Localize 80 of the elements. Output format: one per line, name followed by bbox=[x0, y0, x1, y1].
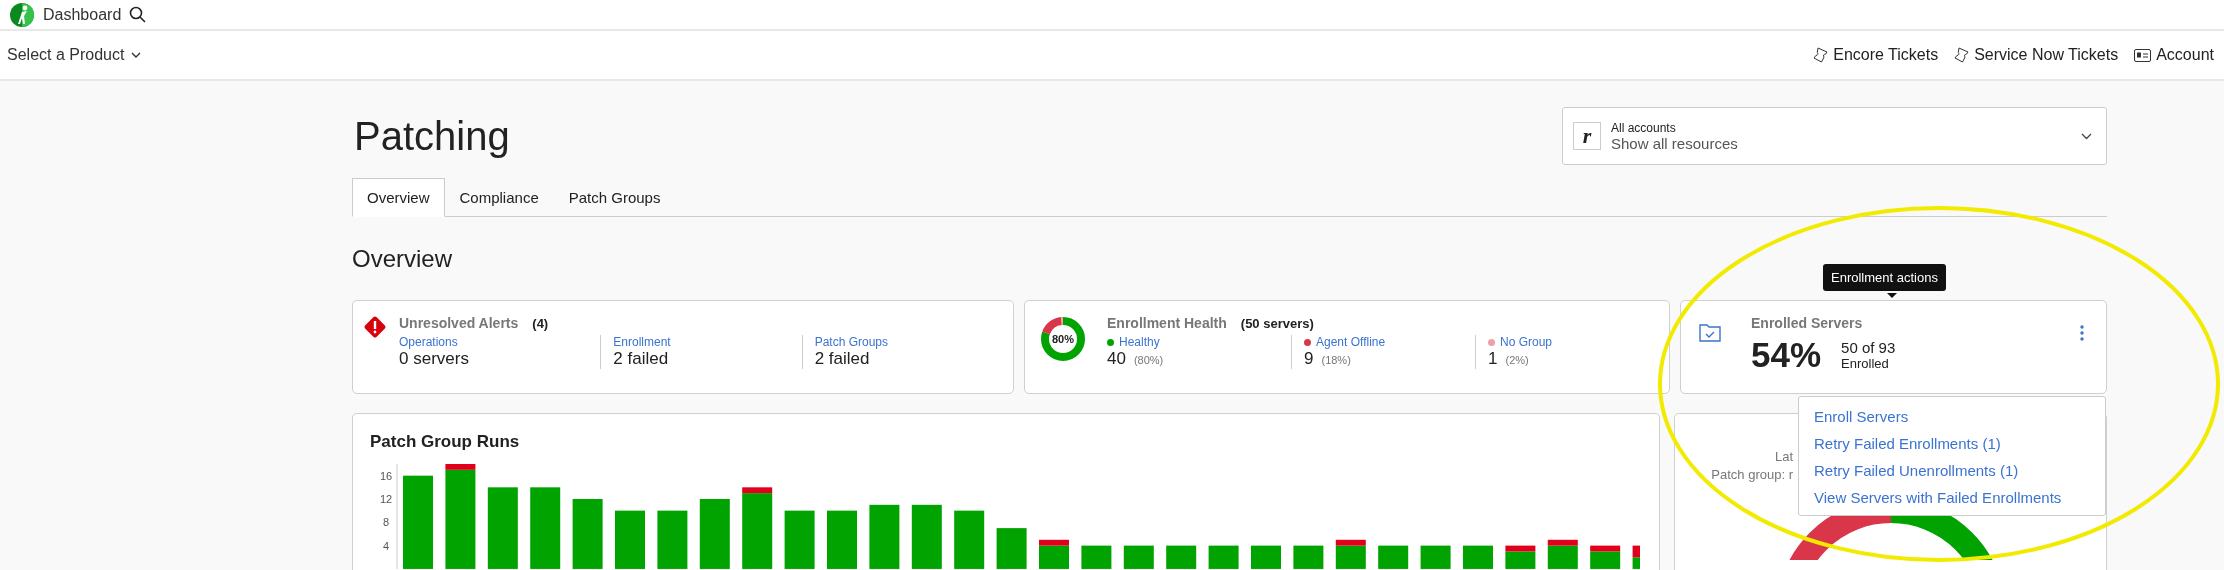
alert-category-link[interactable]: Patch Groups bbox=[814, 335, 1003, 349]
account-link[interactable]: Account bbox=[2134, 46, 2214, 64]
server-count: (50 servers) bbox=[1240, 316, 1314, 331]
id-card-icon bbox=[2134, 48, 2152, 62]
bar bbox=[827, 510, 857, 569]
page-title: Patching bbox=[354, 113, 510, 159]
bar bbox=[869, 504, 900, 569]
bar bbox=[1378, 545, 1409, 569]
enrolled-percent: 54% bbox=[1751, 335, 1822, 375]
bar bbox=[699, 499, 730, 569]
health-donut bbox=[1039, 315, 1087, 363]
chevron-down-icon bbox=[131, 51, 142, 59]
alert-value: 2 failed bbox=[613, 349, 670, 369]
y-tick-label: 12 bbox=[379, 493, 393, 505]
product-selector[interactable]: Select a Product bbox=[7, 46, 142, 64]
dashboard-title[interactable]: Dashboard bbox=[43, 5, 122, 24]
health-status-link[interactable]: Agent Offline bbox=[1316, 335, 1386, 349]
card-title: Enrollment Health bbox=[1107, 315, 1227, 331]
tooltip-pointer bbox=[1887, 293, 1897, 298]
account-name: All accounts bbox=[1611, 120, 1677, 135]
alert-value: 0 servers bbox=[399, 349, 470, 369]
y-tick-label: 4 bbox=[382, 539, 390, 552]
bar bbox=[954, 510, 985, 569]
bar bbox=[1463, 545, 1493, 569]
enrolled-caption: Enrolled bbox=[1841, 356, 1890, 371]
tooltip: Enrollment actions bbox=[1823, 264, 1946, 291]
latest-run-text: Lat bbox=[1774, 448, 1793, 466]
donut-percent: 80% bbox=[1052, 333, 1074, 345]
bar bbox=[1208, 545, 1239, 569]
menu-item[interactable]: View Servers with Failed Enrollments bbox=[1799, 484, 2105, 511]
section-title: Overview bbox=[352, 245, 454, 273]
chart-title: Patch Group Runs bbox=[370, 432, 521, 452]
tab[interactable]: Patch Groups bbox=[553, 178, 676, 217]
bar bbox=[1081, 545, 1112, 569]
health-status-link[interactable]: No Group bbox=[1500, 335, 1553, 349]
health-value: 40 bbox=[1107, 349, 1126, 369]
menu-item[interactable]: Retry Failed Unenrollments (1) bbox=[1799, 457, 2105, 484]
logo-icon[interactable] bbox=[9, 1, 35, 28]
health-share: (80%) bbox=[1133, 354, 1164, 366]
bar bbox=[1123, 545, 1154, 569]
alert-category-link[interactable]: Enrollment bbox=[613, 335, 802, 349]
bar bbox=[1420, 545, 1451, 569]
menu-item[interactable]: Enroll Servers bbox=[1799, 403, 2105, 430]
enrolled-ratio: 50 of 93 bbox=[1841, 339, 1896, 356]
health-status-link[interactable]: Healthy bbox=[1119, 335, 1160, 349]
health-value: 9 bbox=[1304, 349, 1314, 369]
tab[interactable]: Compliance bbox=[444, 178, 554, 217]
tickets-link[interactable]: Service Now Tickets bbox=[1954, 46, 2119, 64]
bar bbox=[996, 528, 1027, 569]
bar bbox=[784, 510, 815, 569]
alert-value: 2 failed bbox=[814, 349, 871, 369]
bar bbox=[911, 504, 942, 569]
health-share: (2%) bbox=[1505, 354, 1529, 366]
ticket-icon bbox=[1954, 47, 1970, 63]
search-icon[interactable] bbox=[129, 6, 147, 23]
alert-count: (4) bbox=[532, 316, 549, 331]
y-tick-label: 8 bbox=[382, 516, 390, 529]
card-title: Enrolled Servers bbox=[1751, 315, 1864, 331]
account-logo: r bbox=[1573, 122, 1601, 150]
ticket-icon bbox=[1813, 47, 1829, 63]
folder-check-icon bbox=[1699, 323, 1721, 342]
bar bbox=[1293, 545, 1324, 569]
kebab-menu-icon[interactable] bbox=[2080, 325, 2084, 341]
account-scope: Show all resources bbox=[1611, 134, 1739, 152]
bar bbox=[1251, 545, 1281, 569]
menu-item[interactable]: Retry Failed Enrollments (1) bbox=[1799, 430, 2105, 457]
health-value: 1 bbox=[1488, 349, 1498, 369]
account-selector[interactable]: r All accounts Show all resources bbox=[1562, 107, 2107, 165]
health-share: (18%) bbox=[1321, 354, 1351, 366]
y-tick-label: 16 bbox=[379, 469, 393, 482]
bar bbox=[657, 510, 688, 569]
bar bbox=[615, 510, 645, 569]
chevron-down-icon bbox=[2081, 132, 2092, 140]
tickets-link[interactable]: Encore Tickets bbox=[1813, 46, 1939, 64]
bar bbox=[572, 499, 603, 569]
bar bbox=[1166, 545, 1197, 569]
tab[interactable]: Overview bbox=[352, 178, 445, 217]
alert-category-link[interactable]: Operations bbox=[399, 335, 601, 349]
card-title: Unresolved Alerts bbox=[399, 315, 519, 331]
latest-run-text: Patch group: r bbox=[1711, 466, 1793, 484]
